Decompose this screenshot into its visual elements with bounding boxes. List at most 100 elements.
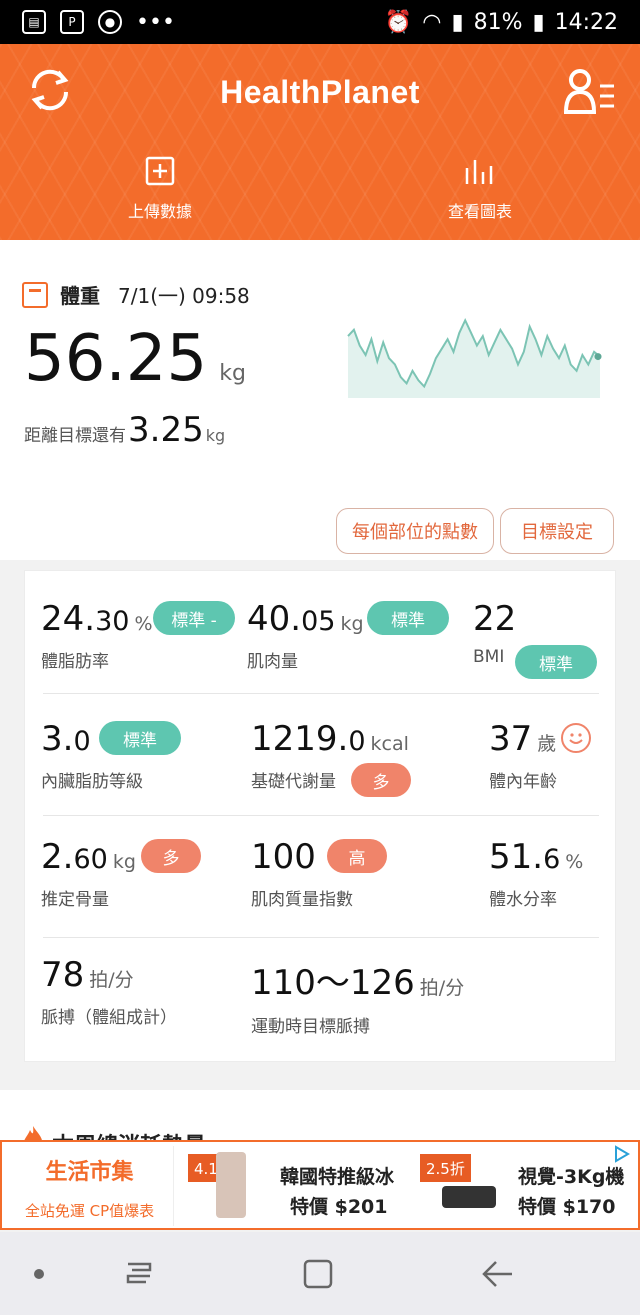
ad-brand-name: 生活市集: [45, 1160, 134, 1185]
bone-mass-metric[interactable]: 2. 60 kg 推定骨量: [41, 837, 136, 910]
muscle-int: 40.: [247, 599, 302, 639]
bmi-label: BMI: [473, 647, 505, 667]
row-divider: [43, 693, 599, 694]
water-dec: 6: [543, 844, 561, 875]
profile-list-icon: [563, 69, 614, 114]
weight-date: 7/1(一) 09:58: [118, 284, 250, 308]
system-icons: ⏰ ◠ ▮ 81% ▮ 14:22: [385, 10, 618, 35]
weight-sparkline-chart[interactable]: [346, 312, 602, 398]
target-pulse-unit: 拍/分: [419, 977, 465, 999]
upload-data-label: 上傳數據: [127, 202, 192, 221]
row-divider: [43, 937, 599, 938]
upload-data-button[interactable]: 上傳數據: [110, 156, 210, 222]
notification-icons: ▤ P ● •••: [22, 10, 175, 35]
body-fat-unit: %: [134, 613, 153, 635]
pulse-metric[interactable]: 78 拍/分 脈搏（體組成計）: [41, 955, 177, 1028]
visceral-fat-int: 3.: [41, 719, 74, 759]
bone-dec: 60: [73, 844, 108, 875]
recents-icon[interactable]: [122, 1258, 156, 1288]
back-icon[interactable]: [480, 1258, 516, 1290]
profile-menu-button[interactable]: [562, 66, 618, 118]
ad-brand[interactable]: 生活市集 全站免運 CP值爆表: [6, 1146, 174, 1226]
more-notifications-icon: •••: [136, 9, 175, 35]
ad-item2-title: 視覺-3Kg機: [518, 1166, 625, 1188]
alarm-icon: ⏰: [384, 9, 413, 35]
dot-icon[interactable]: [32, 1267, 46, 1281]
body-composition-card: 24. 30% 體脂肪率 標準 - 40. 05 kg 肌肉量 標準 22 BMI 標…: [24, 570, 616, 1062]
pulse-unit: 拍/分: [89, 969, 134, 991]
system-nav-bar: [0, 1232, 640, 1315]
smiley-face-icon: [561, 723, 591, 753]
bone-unit: kg: [112, 851, 136, 873]
line-icon: ●: [98, 10, 122, 34]
body-water-metric[interactable]: 51. 6% 體水分率: [489, 837, 583, 910]
ad-banner[interactable]: 生活市集 全站免運 CP值爆表 4.1折 韓國特推級冰 特價 $201 2.5折…: [0, 1140, 640, 1230]
ad-item2-discount: 2.5折: [420, 1154, 471, 1182]
row-divider: [43, 815, 599, 816]
visceral-fat-dec: 0: [73, 726, 91, 757]
ad-brand-sub: 全站免運 CP值爆表: [24, 1202, 155, 1220]
body-fat-int: 24.: [41, 599, 96, 639]
view-chart-button[interactable]: 查看圖表: [430, 156, 530, 222]
bmr-unit: kcal: [370, 733, 409, 755]
goal-value: 3.25: [128, 410, 204, 450]
weight-card[interactable]: 體重 7/1(一) 09:58 56.25 kg 距離目標還有 3.25 kg …: [0, 240, 640, 560]
muscle-quality-value: 100: [251, 837, 316, 877]
muscle-quality-badge: 高: [327, 839, 387, 873]
bar-chart-icon: [465, 160, 493, 184]
bone-int: 2.: [41, 837, 74, 877]
signal-icon: ▮: [451, 9, 464, 35]
body-age-value: 37: [489, 719, 533, 759]
part-scores-button[interactable]: 每個部位的點數: [336, 508, 494, 554]
body-fat-dec: 30: [95, 606, 130, 637]
body-age-label: 體內年齡: [489, 772, 557, 792]
target-pulse-value: 110～126: [251, 963, 415, 1003]
sparkline-area: [348, 320, 600, 398]
ad-choices-icon[interactable]: [612, 1144, 632, 1164]
battery-icon: ▮: [532, 9, 545, 35]
weight-unit: kg: [219, 361, 246, 386]
ad-item1-image: [216, 1152, 246, 1218]
muscle-badge: 標準: [367, 601, 449, 635]
app-title: HealthPlanet: [220, 74, 420, 110]
weekly-calories-section[interactable]: 本周總消耗熱量: [0, 1090, 640, 1145]
battery-percent: 81%: [473, 9, 523, 35]
water-unit: %: [565, 851, 584, 873]
pulse-value: 78: [41, 955, 85, 995]
bmr-int: 1219.: [251, 719, 349, 759]
bmr-badge: 多: [351, 763, 411, 797]
visceral-fat-label: 內臟脂肪等級: [41, 772, 143, 792]
pulse-label: 脈搏（體組成計）: [41, 1008, 177, 1028]
target-pulse-metric[interactable]: 110～126 拍/分 運動時目標脈搏: [251, 955, 464, 1037]
muscle-quality-label: 肌肉質量指數: [251, 890, 353, 910]
bmi-value: 22: [473, 599, 517, 639]
water-label: 體水分率: [489, 890, 557, 910]
parking-icon: P: [60, 10, 84, 34]
muscle-dec: 05: [301, 606, 336, 637]
ad-item1-price: 特價 $201: [290, 1196, 388, 1218]
ad-item2-image: [442, 1186, 496, 1208]
news-icon: ▤: [22, 10, 46, 34]
ad-item2-price: 特價 $170: [518, 1196, 616, 1218]
weight-header: 體重 7/1(一) 09:58: [22, 280, 250, 309]
scale-icon: [22, 281, 48, 308]
target-pulse-label: 運動時目標脈搏: [251, 1017, 370, 1037]
goal-prefix: 距離目標還有: [24, 426, 126, 446]
body-age-metric[interactable]: 37 歲 體內年齡: [489, 719, 557, 792]
home-icon[interactable]: [302, 1258, 334, 1290]
body-fat-metric[interactable]: 24. 30% 體脂肪率: [41, 599, 153, 672]
goal-unit: kg: [205, 426, 226, 445]
goal-remaining: 距離目標還有 3.25 kg: [24, 410, 225, 450]
body-age-unit: 歲: [537, 733, 557, 755]
status-bar: ▤ P ● ••• ⏰ ◠ ▮ 81% ▮ 14:22: [0, 0, 640, 44]
muscle-metric[interactable]: 40. 05 kg 肌肉量: [247, 599, 364, 672]
weight-title: 體重: [60, 284, 100, 308]
visceral-fat-badge: 標準: [99, 721, 181, 755]
plus-square-icon: [145, 156, 175, 186]
bone-badge: 多: [141, 839, 201, 873]
muscle-unit: kg: [340, 613, 364, 635]
bmi-badge: 標準: [515, 645, 597, 679]
goal-settings-button[interactable]: 目標設定: [500, 508, 614, 554]
view-chart-label: 查看圖表: [447, 202, 512, 221]
bmi-metric[interactable]: 22 BMI: [473, 599, 516, 667]
